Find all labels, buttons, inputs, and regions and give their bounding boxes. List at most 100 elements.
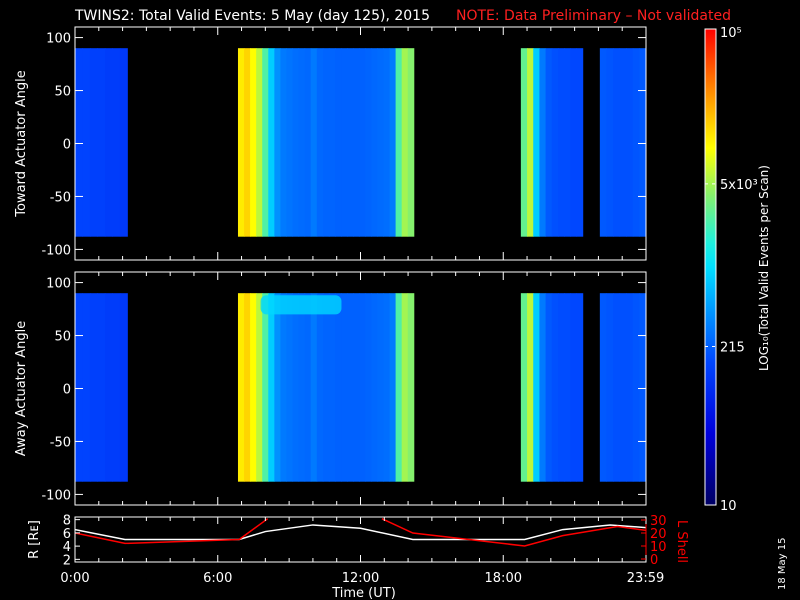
data-column [341,293,348,482]
data-column [334,48,342,237]
data-column [545,293,553,482]
data-column [310,293,318,482]
y-tick-label: 100 [46,277,71,292]
data-column [268,48,275,237]
data-column [533,293,540,482]
data-column [75,293,83,482]
spectrogram-panel-2: 100 50 0 -50 -100 Away Actuator Angle [14,271,647,506]
l-shell-axis-label: L Shell [674,520,689,563]
data-column [632,293,640,482]
data-column [389,293,397,482]
data-column [310,48,318,237]
data-column [371,48,378,237]
data-column [280,293,287,482]
data-column [286,293,294,482]
data-column [250,293,257,482]
x-tick-label: 18:00 [485,571,522,586]
data-column [244,48,251,237]
data-column [119,293,128,482]
data-column [97,293,106,482]
data-column [262,48,269,237]
data-column [112,293,121,482]
data-column [89,293,98,482]
data-column [619,293,627,482]
r-tick-label: 4 [63,540,71,555]
data-column [322,48,330,237]
y-tick-label: 100 [46,32,71,47]
l-tick-label: 10 [650,540,667,555]
data-column [619,48,627,237]
data-column [256,293,263,482]
data-column [626,293,634,482]
data-column [520,48,528,237]
r-line [75,524,646,541]
data-column [383,48,391,237]
data-column [564,293,571,482]
l-tick-label: 0 [650,553,658,568]
data-column [237,293,245,482]
data-column [557,293,565,482]
data-column [359,293,366,482]
data-column [632,48,640,237]
data-column [570,293,578,482]
preliminary-note: NOTE: Data Preliminary – Not validated [456,8,731,24]
data-column [407,48,415,237]
colorbar-tick-label: 215 [720,340,745,355]
data-column [75,48,83,237]
data-column [256,48,263,237]
data-column [244,293,251,482]
data-column [551,48,559,237]
y-tick-label: 0 [63,383,71,398]
r-axis-label: R [Rᴇ] [27,520,42,559]
data-column [250,48,257,237]
y-tick-label: -100 [41,243,71,258]
y-tick-label: -50 [50,190,71,205]
data-column [639,293,647,482]
data-column [599,293,607,482]
data-column [365,293,372,482]
data-column [606,293,614,482]
spectrogram-panel-1: 100 50 0 -50 -100 Toward Actuator Angle [14,26,647,261]
data-column [539,48,547,237]
l-tick-label: 30 [650,514,667,529]
y-tick-label: -100 [41,488,71,503]
x-axis-label: Time (UT) [331,586,396,600]
data-column [328,293,336,482]
l-shell-line [381,518,646,547]
data-column [347,293,354,482]
data-column [119,48,128,237]
data-column [274,48,281,237]
data-column [89,48,98,237]
data-column [334,293,342,482]
data-column [613,293,621,482]
orbit-panel: 2468 0102030 R [Rᴇ] L Shell 0:00 6:00 12:00 18:… [27,514,689,586]
data-column [322,293,330,482]
data-column [353,293,360,482]
data-column [557,48,565,237]
data-column [237,48,245,237]
high-count-band [260,295,342,315]
date-stamp: 18 May 15 [777,538,788,590]
data-column [280,48,287,237]
y-tick-label: 50 [54,85,71,100]
data-column [359,48,366,237]
colorbar-tick-label: 10 [720,499,737,514]
colorbar-tick-label: 10⁵ [720,26,742,41]
data-column [576,293,584,482]
colorbar-tick-label: 5x10³ [720,178,758,193]
data-column [383,293,391,482]
data-column [545,48,553,237]
data-column [286,48,294,237]
data-column [298,48,306,237]
data-column [551,293,559,482]
data-column [639,48,647,237]
data-column [570,48,578,237]
r-tick-label: 8 [63,514,71,529]
y-axis-label: Away Actuator Angle [14,321,29,456]
data-column [298,293,306,482]
data-column [316,293,324,482]
data-column [576,48,584,237]
data-column [606,48,614,237]
r-tick-label: 6 [63,527,71,542]
x-tick-label: 0:00 [60,571,89,586]
